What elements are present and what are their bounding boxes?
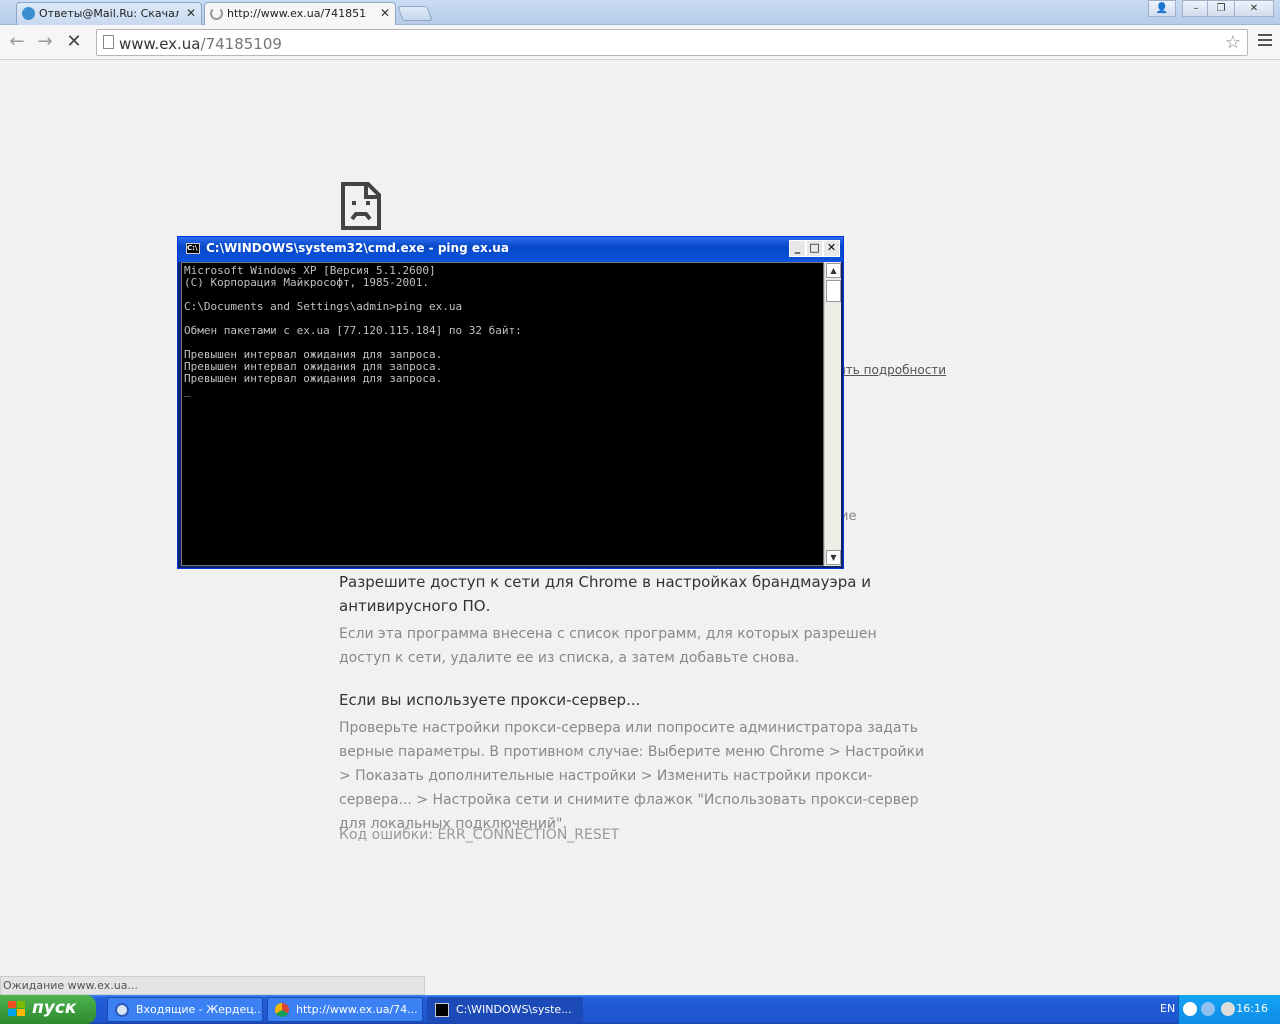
restore-button[interactable]: ❐ [1207, 0, 1235, 17]
cmd-title-bar[interactable]: C:\ C:\WINDOWS\system32\cmd.exe - ping e… [178, 237, 843, 262]
tray-arrow-icon[interactable] [1183, 1002, 1197, 1016]
scroll-down-icon[interactable]: ▼ [826, 550, 841, 565]
loading-spinner-icon [210, 7, 223, 20]
network-icon[interactable] [1201, 1002, 1215, 1016]
firewall-heading: Разрешите доступ к сети для Chrome в нас… [339, 573, 871, 615]
url-text: www.ex.ua/74185109 [119, 35, 282, 53]
cmd-console[interactable]: Microsoft Windows XP [Версия 5.1.2600] (… [181, 262, 824, 566]
start-button[interactable]: пуск [0, 995, 96, 1024]
cmd-icon [435, 1003, 449, 1017]
stop-button[interactable]: ✕ [63, 32, 85, 54]
cmd-title: C:\WINDOWS\system32\cmd.exe - ping ex.ua [206, 241, 509, 255]
close-window-button[interactable]: ✕ [1234, 0, 1274, 17]
error-code: Код ошибки: ERR_CONNECTION_RESET [339, 827, 620, 843]
cmd-window[interactable]: C:\ C:\WINDOWS\system32\cmd.exe - ping e… [177, 236, 844, 569]
task-inbox[interactable]: Входящие - Жердец... [107, 997, 263, 1022]
cmd-icon: C:\ [186, 243, 200, 254]
task-chrome[interactable]: http://www.ex.ua/74... [267, 997, 423, 1022]
proxy-description: Проверьте настройки прокси-сервера или п… [339, 720, 925, 832]
cmd-close-button[interactable]: ✕ [823, 240, 840, 257]
status-bubble: Ожидание www.ex.ua... [0, 976, 425, 995]
task-label: C:\WINDOWS\syste... [456, 1003, 572, 1016]
browser-toolbar: ← → ✕ www.ex.ua/74185109 ☆ [0, 25, 1280, 60]
clock: 16:16 [1236, 1002, 1268, 1015]
task-label: http://www.ex.ua/74... [296, 1003, 418, 1016]
cmd-minimize-button[interactable]: _ [789, 240, 806, 257]
tab-title: http://www.ex.ua/74185109 [227, 7, 367, 20]
cmd-maximize-button[interactable]: □ [806, 240, 823, 257]
volume-icon[interactable] [1221, 1002, 1235, 1016]
windows-logo-icon [8, 1001, 26, 1018]
back-button[interactable]: ← [6, 32, 28, 54]
scroll-up-icon[interactable]: ▲ [826, 263, 841, 278]
scroll-thumb[interactable] [826, 280, 841, 302]
task-label: Входящие - Жердец... [136, 1003, 263, 1016]
cmd-scrollbar[interactable]: ▲ ▼ [824, 262, 841, 566]
forward-button[interactable]: → [34, 32, 56, 54]
question-favicon-icon [22, 7, 35, 20]
profile-icon[interactable]: 👤 [1148, 0, 1176, 17]
sad-page-icon [341, 182, 381, 230]
tab-close-icon[interactable]: ✕ [186, 6, 196, 20]
taskbar: пуск Входящие - Жердец... http://www.ex.… [0, 995, 1280, 1024]
mail-icon [115, 1003, 129, 1017]
minimize-button[interactable]: – [1182, 0, 1210, 17]
show-details-link[interactable]: ить подробности [838, 363, 946, 377]
tab-ex-ua[interactable]: http://www.ex.ua/74185109 ✕ [204, 2, 396, 26]
cmd-output: Microsoft Windows XP [Версия 5.1.2600] (… [184, 264, 522, 397]
tab-mail-ru[interactable]: Ответы@Mail.Ru: Скачал ф ✕ [16, 2, 202, 25]
chrome-menu-icon[interactable] [1258, 34, 1272, 49]
new-tab-button[interactable] [397, 6, 433, 21]
bookmark-star-icon[interactable]: ☆ [1225, 32, 1241, 53]
start-label: пуск [32, 998, 77, 1018]
firewall-description: Если эта программа внесена с список прог… [339, 626, 877, 666]
address-bar[interactable]: www.ex.ua/74185109 ☆ [96, 29, 1248, 56]
tab-strip: Ответы@Mail.Ru: Скачал ф ✕ http://www.ex… [0, 0, 1280, 26]
proxy-heading: Если вы используете прокси-сервер... [339, 691, 641, 709]
language-indicator[interactable]: EN [1160, 1002, 1175, 1015]
tab-close-icon[interactable]: ✕ [380, 6, 390, 20]
page-icon [103, 35, 114, 49]
tab-title: Ответы@Mail.Ru: Скачал ф [39, 7, 179, 20]
system-tray: 16:16 [1178, 995, 1280, 1024]
chrome-icon [275, 1003, 289, 1017]
task-cmd[interactable]: C:\WINDOWS\syste... [427, 997, 583, 1022]
